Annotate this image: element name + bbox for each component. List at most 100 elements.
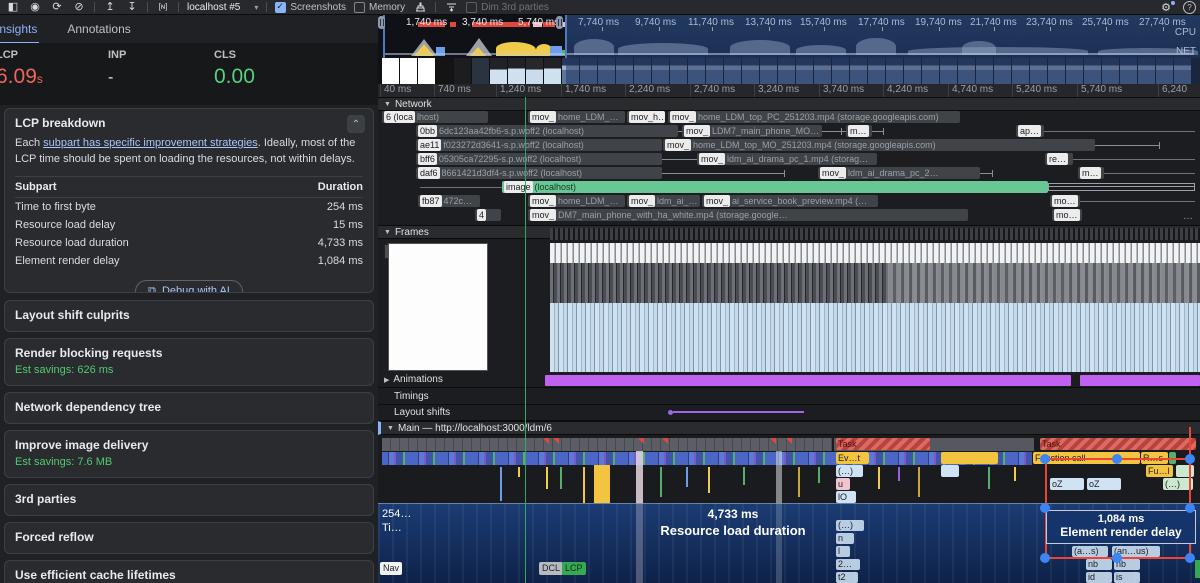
flame-event-chip[interactable]: id — [1086, 572, 1112, 583]
selection-handle[interactable] — [1040, 503, 1050, 513]
history-dropdown[interactable]: localhost #5 ▾ — [187, 2, 258, 13]
screenshots-checkbox[interactable]: Screenshots — [275, 2, 346, 13]
flame-event-chip[interactable]: (…) — [836, 465, 863, 477]
collapse-chevron-icon[interactable]: ⌃ — [347, 115, 365, 133]
dock-side-icon[interactable]: ◧ — [6, 1, 20, 13]
flame-event-chip[interactable]: nb — [1086, 559, 1112, 570]
network-request-bar[interactable] — [420, 187, 502, 188]
network-request-bar[interactable] — [1095, 145, 1160, 146]
flame-event-chip[interactable]: oZ — [1050, 478, 1084, 490]
network-request-bar[interactable]: ae11f023272d3641-s.p.woff2 (localhost) — [416, 139, 662, 151]
filmstrip-screenshot[interactable] — [508, 58, 525, 84]
insight-card[interactable]: Use efficient cache lifetimes — [4, 560, 374, 583]
window-right-handle[interactable] — [556, 16, 563, 29]
insight-card[interactable]: Layout shift culprits — [4, 300, 374, 332]
network-request-bar[interactable] — [1104, 173, 1195, 174]
network-more-indicator[interactable]: … — [1183, 211, 1193, 222]
network-request-bar[interactable]: fb87472c… — [418, 195, 480, 207]
network-request-row[interactable]: 0bb6dc123aa42fb6-s.p.woff2 (localhost)mo… — [378, 125, 1200, 138]
main-track-header[interactable]: ▼ Main — http://localhost:3000/ldm/6 — [378, 421, 1200, 435]
flame-event-chip[interactable] — [941, 452, 998, 464]
improvement-strategies-link[interactable]: subpart has specific improvement strateg… — [43, 137, 258, 149]
filmstrip-screenshot[interactable] — [418, 58, 435, 84]
flame-event-chip[interactable]: is — [1114, 572, 1140, 583]
network-track[interactable]: 6 (localhost)mov_home_LDM_…mov_h…mov_hom… — [378, 111, 1200, 224]
network-request-bar[interactable] — [1044, 131, 1195, 132]
window-right-edge[interactable] — [565, 15, 567, 58]
insight-card[interactable]: Network dependency tree — [4, 392, 374, 424]
selection-handle[interactable] — [1040, 454, 1050, 464]
flame-event-chip[interactable]: (…) — [836, 520, 864, 531]
network-request-row[interactable]: ae11f023272d3641-s.p.woff2 (localhost)mo… — [378, 139, 1200, 152]
network-request-bar[interactable]: re… — [1045, 153, 1073, 165]
network-request-bar[interactable] — [1080, 201, 1195, 202]
selection-handle[interactable] — [1112, 454, 1122, 464]
clear-icon[interactable]: ⊘ — [72, 1, 86, 13]
flame-event-chip[interactable]: u — [836, 478, 850, 490]
network-request-bar[interactable]: mov_LDM7_main_phone_MO… — [682, 125, 822, 137]
metric-lcp[interactable]: LCP 6.09s — [0, 43, 106, 105]
flame-event-chip[interactable] — [1176, 465, 1194, 477]
network-request-row[interactable]: bff605305ca72295-s.p.woff2 (localhost) mo… — [378, 153, 1200, 166]
network-track-header[interactable]: ▼ Network — [378, 97, 1200, 111]
window-left-handle[interactable] — [378, 16, 385, 29]
flame-event-chip[interactable] — [941, 465, 959, 477]
garbage-collect-icon[interactable] — [413, 1, 427, 13]
network-request-bar[interactable]: mov_home_LDM_… — [528, 195, 625, 207]
network-request-row[interactable]: 4 mov_DM7_main_phone_with_ha_white.mp4 (s… — [378, 209, 1200, 222]
selection-handle[interactable] — [1185, 553, 1195, 563]
frames-track[interactable] — [378, 240, 1200, 372]
network-request-bar[interactable]: mo… — [1050, 195, 1080, 207]
selection-handle[interactable] — [1112, 553, 1122, 563]
animation-bar[interactable] — [545, 375, 1071, 386]
selection-handle[interactable] — [1040, 553, 1050, 563]
insight-card[interactable]: Forced reflow — [4, 522, 374, 554]
network-request-bar[interactable]: m… — [1078, 167, 1104, 179]
flame-event-chip[interactable]: Ev…t — [836, 452, 869, 464]
network-request-bar[interactable]: 6 (localhost) — [382, 111, 488, 123]
network-request-bar[interactable] — [872, 131, 884, 132]
network-request-bar[interactable]: bff605305ca72295-s.p.woff2 (localhost) — [416, 153, 662, 165]
tab-annotations[interactable]: Annotations — [65, 20, 132, 44]
flame-event-chip[interactable]: oZ — [1087, 478, 1121, 490]
network-request-row[interactable]: daf68661421d3df4-s.p.woff2 (localhost) mo… — [378, 167, 1200, 180]
network-request-bar[interactable]: mov_DM7_main_phone_with_ha_white.mp4 (st… — [528, 209, 968, 221]
network-request-bar[interactable]: mov_h… — [627, 111, 665, 123]
flame-event-chip[interactable]: Task — [1040, 438, 1196, 450]
timings-track[interactable]: Timings — [378, 388, 1200, 405]
dcl-marker[interactable]: DCL — [539, 562, 563, 575]
network-request-bar[interactable]: mov_ldm_ai_drama_pc_2… — [818, 167, 980, 179]
filmstrip-screenshot[interactable] — [382, 58, 399, 84]
network-request-bar[interactable]: mov_ai_service_book_preview.mp4 (… — [702, 195, 878, 207]
memory-checkbox[interactable]: Memory — [354, 2, 405, 13]
insight-card[interactable]: Render blocking requestsEst savings: 626… — [4, 338, 374, 386]
capture-settings-icon[interactable] — [444, 1, 458, 13]
flame-event-chip[interactable]: n — [836, 533, 854, 544]
network-request-bar[interactable] — [1048, 183, 1195, 191]
dim-3rd-parties-checkbox[interactable]: Dim 3rd parties — [466, 2, 549, 13]
timeline-minimap[interactable]: 1,740 ms3,740 ms5,740 ms7,740 ms9,740 ms… — [378, 15, 1200, 58]
metric-cls[interactable]: CLS 0.00 — [212, 43, 324, 105]
download-profile-icon[interactable]: ↧ — [125, 1, 139, 13]
flame-event-chip[interactable]: 2… — [836, 559, 860, 570]
flame-event-chip[interactable]: t2 — [836, 572, 858, 583]
selection-handle[interactable] — [1185, 503, 1195, 513]
debug-with-ai-button[interactable]: ⧉ Debug with AI — [135, 280, 243, 293]
filmstrip-screenshot[interactable] — [436, 58, 453, 84]
layout-shifts-track[interactable]: Layout shifts — [378, 405, 1200, 421]
flame-event-chip[interactable]: (a…s) — [1072, 546, 1108, 557]
network-request-bar[interactable]: m… — [846, 125, 872, 137]
metric-inp[interactable]: INP - — [106, 43, 212, 105]
reload-and-record-icon[interactable]: ⟳ — [50, 1, 64, 13]
network-request-bar[interactable]: daf68661421d3df4-s.p.woff2 (localhost) — [416, 167, 662, 179]
network-request-bar[interactable]: ap… — [1016, 125, 1044, 137]
upload-profile-icon[interactable]: ↥ — [103, 1, 117, 13]
network-request-bar[interactable] — [980, 173, 993, 174]
network-request-bar[interactable]: 4 — [475, 209, 501, 221]
insight-card[interactable]: 3rd parties — [4, 484, 374, 516]
network-request-bar[interactable]: mov_ldm_ai_drama_pc_1.mp4 (storag… — [697, 153, 877, 165]
help-icon[interactable]: ? — [1183, 1, 1196, 14]
lcp-marker[interactable]: LCP — [562, 562, 586, 575]
tab-insights[interactable]: Insights — [0, 20, 39, 44]
network-request-bar[interactable]: mov_home_LDM_… — [528, 111, 625, 123]
